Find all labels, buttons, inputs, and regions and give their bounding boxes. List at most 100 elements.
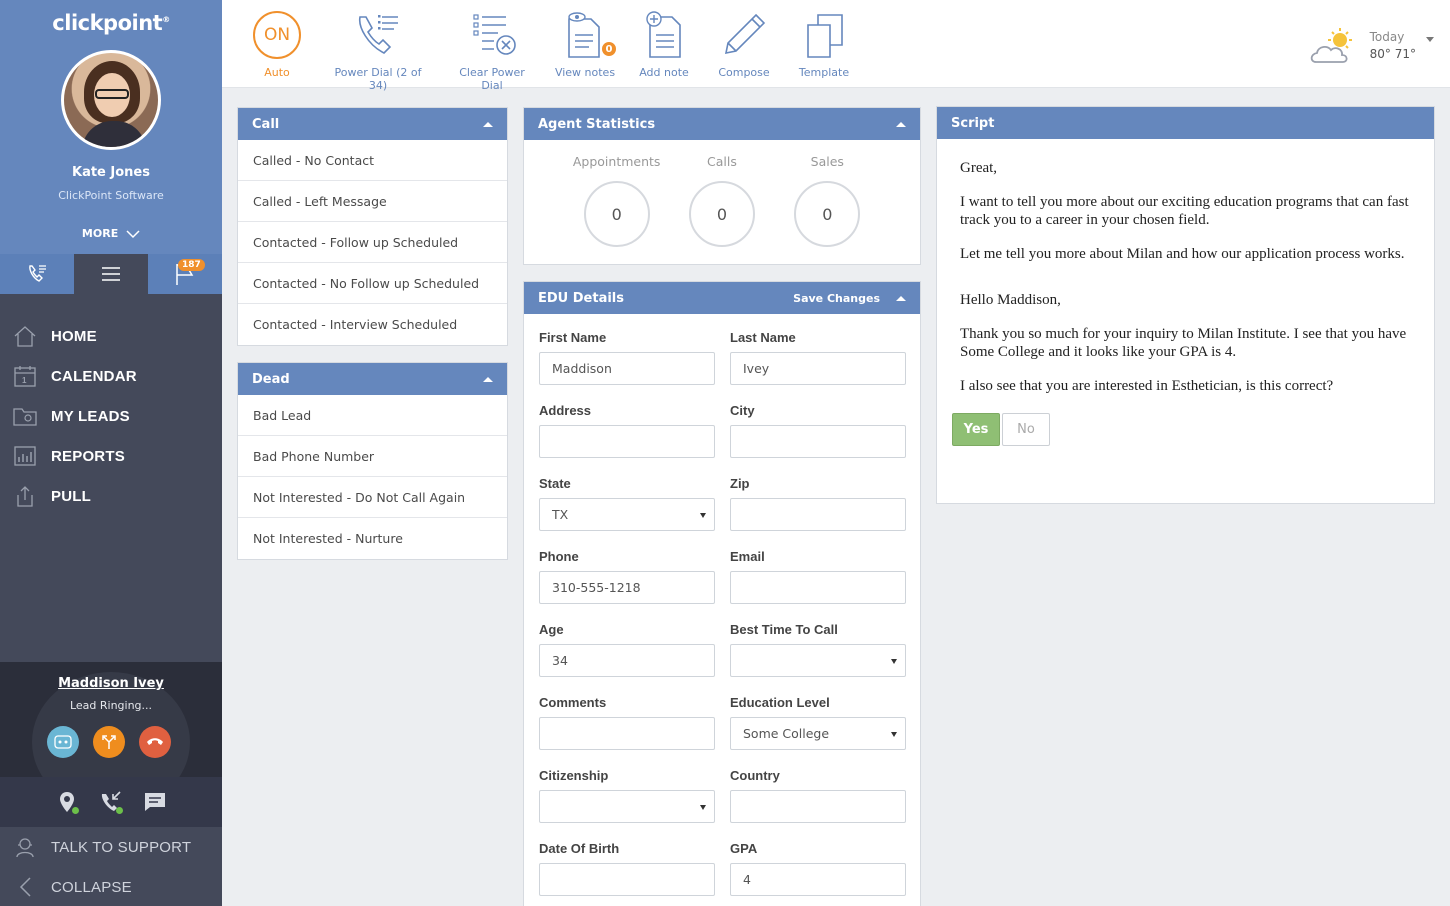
transfer-button[interactable] bbox=[93, 726, 125, 758]
script-panel: Script Great, I want to tell you more abo… bbox=[936, 106, 1435, 504]
field-label-gpa: GPA bbox=[730, 841, 758, 856]
save-changes-button[interactable]: Save Changes bbox=[793, 292, 880, 305]
education-level-select[interactable]: Some College bbox=[730, 717, 906, 750]
hangup-button[interactable] bbox=[139, 726, 171, 758]
transfer-icon bbox=[102, 735, 116, 749]
nav-pull[interactable]: PULL bbox=[0, 476, 222, 516]
field-group-zip: Zip bbox=[730, 476, 906, 549]
field-label-date-of-birth: Date Of Birth bbox=[539, 841, 620, 856]
profile-area: clickpoint® Kate Jones ClickPoint Softwa… bbox=[0, 0, 222, 254]
best-time-to-call-select[interactable] bbox=[730, 644, 906, 677]
call-log-button[interactable] bbox=[97, 788, 125, 816]
dropdown-arrow-icon bbox=[700, 513, 706, 518]
voicemail-icon bbox=[54, 735, 72, 749]
stat-value-circle: 0 bbox=[688, 181, 755, 247]
dead-disposition-item[interactable]: Bad Phone Number bbox=[238, 436, 507, 477]
tab-menu[interactable] bbox=[74, 254, 148, 294]
calendar-icon: 1 bbox=[12, 365, 38, 387]
sms-button[interactable] bbox=[141, 788, 169, 816]
comments-input[interactable] bbox=[539, 717, 715, 750]
nav-calendar[interactable]: 1 CALENDAR bbox=[0, 356, 222, 396]
nav-my-leads[interactable]: MY LEADS bbox=[0, 396, 222, 436]
edu-details-panel: EDU Details Save Changes First Name Maddi… bbox=[523, 281, 921, 906]
field-group-last-name: Last Name Ivey bbox=[730, 330, 906, 403]
compose-button[interactable]: Compose bbox=[714, 10, 774, 79]
date-of-birth-input[interactable] bbox=[539, 863, 715, 896]
city-input[interactable] bbox=[730, 425, 906, 458]
edu-form: First Name Maddison Last Name Ivey Address Ci… bbox=[524, 314, 920, 906]
weather-widget[interactable]: Today 80° 71° bbox=[1308, 26, 1434, 66]
stat-calls: Calls 0 bbox=[672, 154, 772, 247]
email-input[interactable] bbox=[730, 571, 906, 604]
power-dial-button[interactable]: Power Dial (2 of 34) bbox=[327, 10, 429, 92]
field-group-address: Address bbox=[539, 403, 715, 476]
auto-toggle[interactable]: ON Auto bbox=[252, 10, 302, 79]
nav-home[interactable]: HOME bbox=[0, 316, 222, 356]
collapse-caret-icon[interactable] bbox=[896, 296, 906, 301]
more-button[interactable]: MORE bbox=[0, 227, 222, 240]
dead-disposition-item[interactable]: Not Interested - Do Not Call Again bbox=[238, 477, 507, 518]
state-select[interactable]: TX bbox=[539, 498, 715, 531]
field-group-education-level: Education Level Some College bbox=[730, 695, 906, 768]
call-disposition-item[interactable]: Called - Left Message bbox=[238, 181, 507, 222]
field-label-city: City bbox=[730, 403, 755, 418]
tab-flags[interactable]: 187 bbox=[148, 254, 222, 294]
call-disposition-item[interactable]: Contacted - Interview Scheduled bbox=[238, 304, 507, 345]
field-label-state: State bbox=[539, 476, 571, 491]
call-disposition-item[interactable]: Called - No Contact bbox=[238, 140, 507, 181]
folder-icon bbox=[12, 405, 38, 427]
user-company[interactable]: ClickPoint Software bbox=[0, 189, 222, 202]
stat-label: Calls bbox=[707, 154, 737, 169]
address-input[interactable] bbox=[539, 425, 715, 458]
field-value: 4 bbox=[743, 872, 751, 887]
zip-input[interactable] bbox=[730, 498, 906, 531]
age-input[interactable]: 34 bbox=[539, 644, 715, 677]
field-label-citizenship: Citizenship bbox=[539, 768, 609, 783]
field-group-best-time-to-call: Best Time To Call bbox=[730, 622, 906, 695]
citizenship-select[interactable] bbox=[539, 790, 715, 823]
call-disposition-item[interactable]: Contacted - No Follow up Scheduled bbox=[238, 263, 507, 304]
talk-to-support[interactable]: TALK TO SUPPORT bbox=[0, 827, 222, 867]
script-paragraph: I also see that you are interested in Es… bbox=[960, 378, 1334, 394]
stat-appointments: Appointments 0 bbox=[567, 154, 667, 247]
add-note-button[interactable]: Add note bbox=[634, 10, 694, 79]
clear-power-dial-button[interactable]: Clear Power Dial bbox=[447, 10, 537, 92]
avatar[interactable] bbox=[61, 50, 161, 150]
last-name-input[interactable]: Ivey bbox=[730, 352, 906, 385]
gpa-input[interactable]: 4 bbox=[730, 863, 906, 896]
dead-disposition-item[interactable]: Not Interested - Nurture bbox=[238, 518, 507, 559]
location-button[interactable] bbox=[53, 788, 81, 816]
call-disposition-item[interactable]: Contacted - Follow up Scheduled bbox=[238, 222, 507, 263]
phone-input[interactable]: 310-555-1218 bbox=[539, 571, 715, 604]
field-label-last-name: Last Name bbox=[730, 330, 796, 345]
notes-count-badge: 0 bbox=[600, 40, 618, 58]
support-icon bbox=[12, 836, 38, 858]
collapse-caret-icon[interactable] bbox=[483, 122, 493, 127]
script-paragraph: I want to tell you more about our exciti… bbox=[960, 194, 1409, 228]
tab-calls[interactable] bbox=[0, 254, 74, 294]
script-text: Great, I want to tell you more about our … bbox=[937, 139, 1434, 395]
call-panel-header[interactable]: Call bbox=[238, 108, 507, 140]
country-input[interactable] bbox=[730, 790, 906, 823]
pencil-icon bbox=[724, 13, 766, 55]
no-button[interactable]: No bbox=[1002, 413, 1050, 446]
yes-button[interactable]: Yes bbox=[952, 413, 1000, 446]
logo[interactable]: clickpoint® bbox=[0, 11, 222, 35]
collapse-sidebar[interactable]: COLLAPSE bbox=[0, 867, 222, 906]
pull-icon bbox=[12, 485, 38, 507]
first-name-input[interactable]: Maddison bbox=[539, 352, 715, 385]
dead-disposition-item[interactable]: Bad Lead bbox=[238, 395, 507, 436]
collapse-caret-icon[interactable] bbox=[483, 377, 493, 382]
nav-reports[interactable]: REPORTS bbox=[0, 436, 222, 476]
clear-list-icon bbox=[473, 14, 516, 55]
hamburger-icon bbox=[102, 267, 120, 281]
view-notes-button[interactable]: 0 View notes bbox=[552, 10, 618, 79]
field-group-first-name: First Name Maddison bbox=[539, 330, 715, 403]
lead-name-link[interactable]: Maddison Ivey bbox=[0, 676, 222, 691]
template-button[interactable]: Template bbox=[794, 10, 854, 79]
agent-stats-header[interactable]: Agent Statistics bbox=[524, 108, 920, 140]
collapse-caret-icon[interactable] bbox=[896, 122, 906, 127]
call-tools bbox=[0, 777, 222, 827]
dead-panel-header[interactable]: Dead bbox=[238, 363, 507, 395]
voicemail-button[interactable] bbox=[47, 726, 79, 758]
